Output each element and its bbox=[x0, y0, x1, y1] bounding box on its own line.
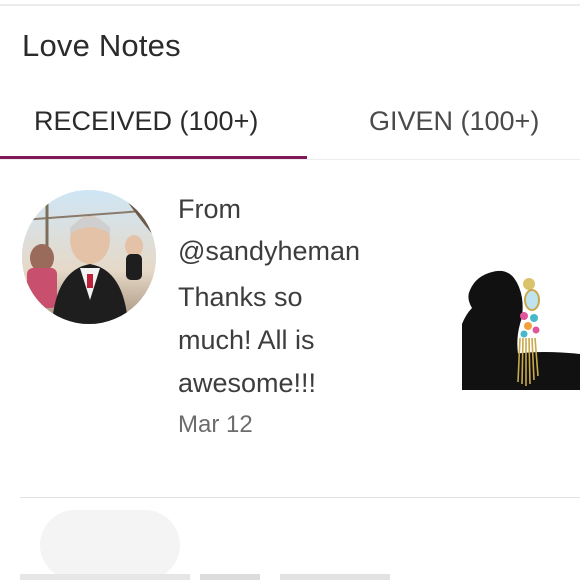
next-note-preview bbox=[0, 500, 580, 580]
avatar-photo bbox=[22, 190, 156, 324]
love-note-item[interactable]: From @sandyheman Thanks so much! All is … bbox=[0, 170, 580, 500]
note-divider bbox=[20, 497, 580, 498]
tab-divider bbox=[0, 159, 580, 160]
love-notes-page: Love Notes RECEIVED (100+) GIVEN (100+) bbox=[0, 0, 580, 580]
from-label: From bbox=[178, 194, 241, 224]
sender-username-link[interactable]: @sandyheman bbox=[178, 234, 448, 268]
next-note-blurred-preview bbox=[20, 510, 390, 580]
tab-received[interactable]: RECEIVED (100+) bbox=[34, 92, 258, 158]
note-message: Thanks so much! All is awesome!!! bbox=[178, 282, 317, 398]
note-content: From @sandyheman Thanks so much! All is … bbox=[178, 192, 448, 439]
page-title: Love Notes bbox=[22, 28, 181, 63]
avatar[interactable] bbox=[22, 190, 156, 324]
tab-bar: RECEIVED (100+) GIVEN (100+) bbox=[0, 92, 580, 160]
tab-given[interactable]: GIVEN (100+) bbox=[369, 92, 539, 158]
top-divider bbox=[0, 4, 580, 6]
note-date: Mar 12 bbox=[178, 411, 253, 438]
product-thumbnail[interactable] bbox=[462, 254, 580, 390]
earring-product-photo bbox=[462, 254, 580, 390]
